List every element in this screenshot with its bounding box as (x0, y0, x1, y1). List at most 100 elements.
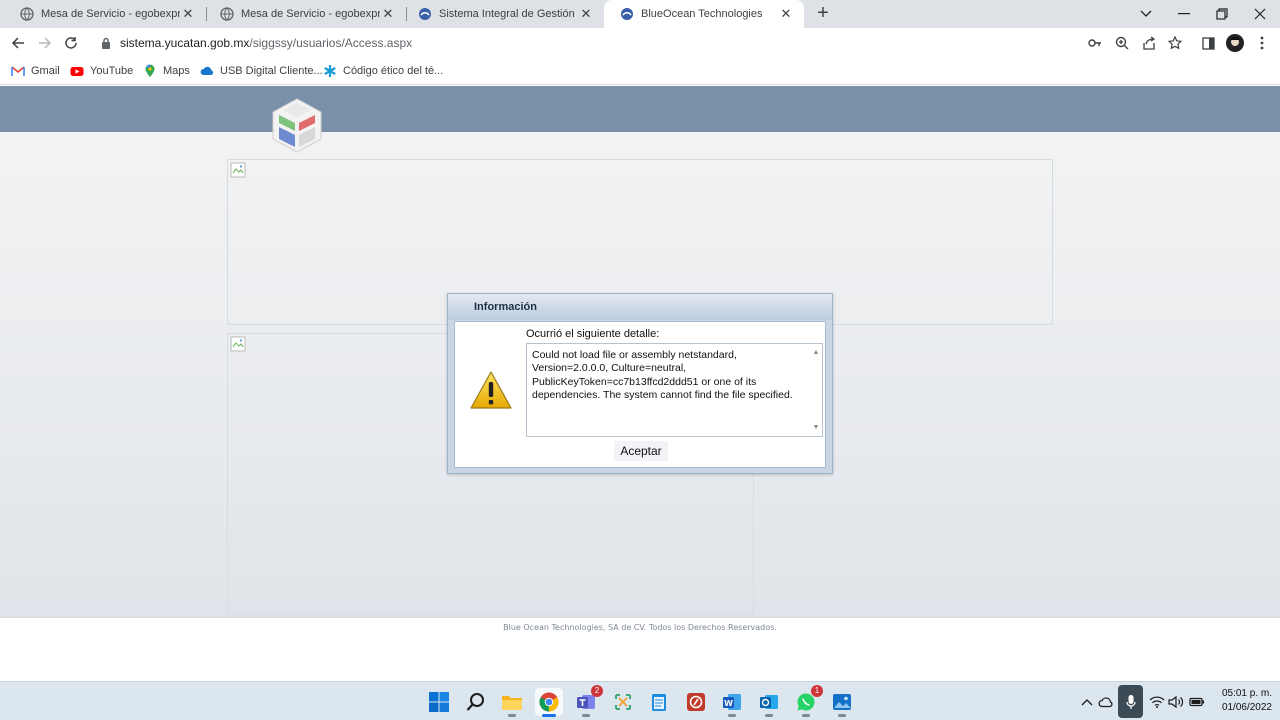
more-vert-icon (1260, 36, 1264, 50)
cube-logo-icon (272, 98, 322, 153)
recorder-button[interactable] (682, 688, 710, 716)
minimize-icon (1178, 13, 1190, 15)
detail-text: Could not load file or assembly netstand… (532, 349, 793, 402)
close-window-button[interactable] (1242, 0, 1278, 28)
password-key-button[interactable] (1086, 34, 1104, 52)
forward-button[interactable] (34, 32, 56, 54)
tab-title: BlueOcean Technologies (641, 8, 763, 20)
wifi-tray-icon[interactable] (1149, 694, 1165, 710)
lock-icon[interactable] (100, 37, 112, 49)
back-button[interactable] (7, 32, 29, 54)
notepad-button[interactable] (645, 688, 673, 716)
running-indicator (508, 714, 516, 717)
tab-sistema-integral[interactable]: Sistema Integral de Gestión Gube ✕ (402, 0, 604, 28)
chrome-menu-button[interactable] (1253, 34, 1271, 52)
reload-icon (65, 37, 77, 49)
rdp-icon (687, 693, 705, 711)
bookmark-maps[interactable]: Maps (143, 63, 190, 79)
onedrive-tray-icon[interactable] (1098, 694, 1114, 710)
dialog-title: Información (448, 294, 832, 320)
whatsapp-badge: 1 (811, 685, 823, 697)
snipping-tool-button[interactable] (609, 688, 637, 716)
profile-avatar[interactable] (1226, 34, 1244, 52)
close-tab-icon[interactable]: ✕ (380, 6, 396, 22)
side-panel-icon (1201, 36, 1215, 50)
battery-icon (1189, 697, 1204, 707)
globe-icon (220, 7, 234, 21)
side-panel-button[interactable] (1199, 34, 1217, 52)
start-button[interactable] (425, 688, 453, 716)
avatar-icon (1226, 34, 1244, 52)
outlook-button[interactable] (755, 688, 783, 717)
youtube-icon (70, 67, 84, 76)
microphone-button[interactable] (1118, 685, 1143, 718)
search-button[interactable] (462, 688, 490, 716)
close-icon (1254, 8, 1266, 20)
tab-title: Mesa de Servicio - egobexpress (41, 8, 180, 20)
cloud-icon (200, 66, 214, 75)
chrome-button[interactable] (535, 688, 563, 717)
tab-mesa-servicio-1[interactable]: Mesa de Servicio - egobexpress ✕ (4, 0, 206, 28)
tab-blueocean[interactable]: BlueOcean Technologies ✕ (604, 0, 804, 28)
windows-icon (429, 692, 449, 712)
tab-search-button[interactable] (1128, 0, 1164, 28)
chevron-up-icon (1081, 699, 1093, 706)
photos-button[interactable] (828, 688, 856, 717)
word-button[interactable]: W (718, 688, 746, 717)
zoom-icon (1115, 36, 1129, 50)
volume-tray-icon[interactable] (1168, 694, 1184, 710)
running-indicator (582, 714, 590, 717)
chrome-icon (539, 692, 559, 712)
share-button[interactable] (1140, 34, 1158, 52)
search-icon (466, 693, 484, 711)
bookmark-star-button[interactable] (1166, 34, 1184, 52)
whatsapp-button[interactable]: 1 (792, 685, 823, 717)
page-header (0, 86, 1280, 132)
reload-button[interactable] (60, 32, 82, 54)
battery-tray-icon[interactable] (1189, 694, 1205, 710)
dialog-body: Ocurrió el siguiente detalle: Could not … (454, 321, 826, 468)
show-hidden-icons-button[interactable] (1079, 694, 1095, 710)
bookmark-youtube[interactable]: YouTube (70, 63, 133, 79)
scroll-up-icon[interactable]: ▲ (812, 346, 820, 359)
new-tab-button[interactable]: + (812, 3, 834, 25)
arrow-right-icon (39, 37, 52, 49)
running-indicator (838, 714, 846, 717)
bookmark-codigo-etico[interactable]: Código ético del té... (323, 63, 443, 79)
detail-label: Ocurrió el siguiente detalle: (526, 328, 660, 340)
chevron-down-icon (1140, 10, 1152, 17)
url-path: /siggssy/usuarios/Access.aspx (249, 36, 413, 50)
tab-mesa-servicio-2[interactable]: Mesa de Servicio - egobexpress ✕ (204, 0, 406, 28)
photos-icon (833, 694, 851, 710)
page-footer: Blue Ocean Technologies, SA de CV. Todos… (0, 617, 1280, 681)
bookmark-gmail[interactable]: Gmail (11, 63, 60, 79)
tab-title: Mesa de Servicio - egobexpress (241, 8, 380, 20)
scroll-down-icon[interactable]: ▼ (812, 421, 820, 434)
bookmarks-bar: Gmail YouTube Maps USB Digital Cliente..… (0, 58, 1280, 85)
bookmark-label: Maps (163, 65, 190, 77)
file-explorer-button[interactable] (498, 688, 526, 717)
maps-icon (145, 64, 155, 77)
system-clock[interactable]: 05:01 p. m. 01/06/2022 (1212, 687, 1272, 715)
copyright-text: Blue Ocean Technologies, SA de CV. Todos… (503, 623, 777, 632)
address-bar[interactable]: sistema.yucatan.gob.mx/siggssy/usuarios/… (90, 30, 1192, 56)
bookmark-label: Código ético del té... (343, 65, 444, 77)
accept-button[interactable]: Aceptar (614, 441, 668, 461)
bookmark-label: YouTube (90, 65, 134, 77)
restore-button[interactable] (1204, 0, 1240, 28)
teams-badge: 2 (591, 685, 603, 697)
clock-time: 05:01 p. m. (1221, 688, 1272, 699)
minimize-button[interactable] (1166, 0, 1202, 28)
notepad-icon (652, 694, 666, 711)
bookmark-label: USB Digital Cliente... (220, 65, 323, 77)
detail-textarea[interactable]: Could not load file or assembly netstand… (526, 343, 823, 437)
wifi-icon (1149, 696, 1165, 708)
close-tab-icon[interactable]: ✕ (578, 6, 594, 22)
bookmark-usb-digital[interactable]: USB Digital Cliente... (200, 63, 323, 79)
restore-icon (1216, 8, 1228, 20)
close-tab-icon[interactable]: ✕ (778, 6, 794, 22)
zoom-button[interactable] (1113, 34, 1131, 52)
share-icon (1143, 36, 1156, 50)
teams-button[interactable]: 2 (572, 685, 603, 717)
close-tab-icon[interactable]: ✕ (180, 6, 196, 22)
